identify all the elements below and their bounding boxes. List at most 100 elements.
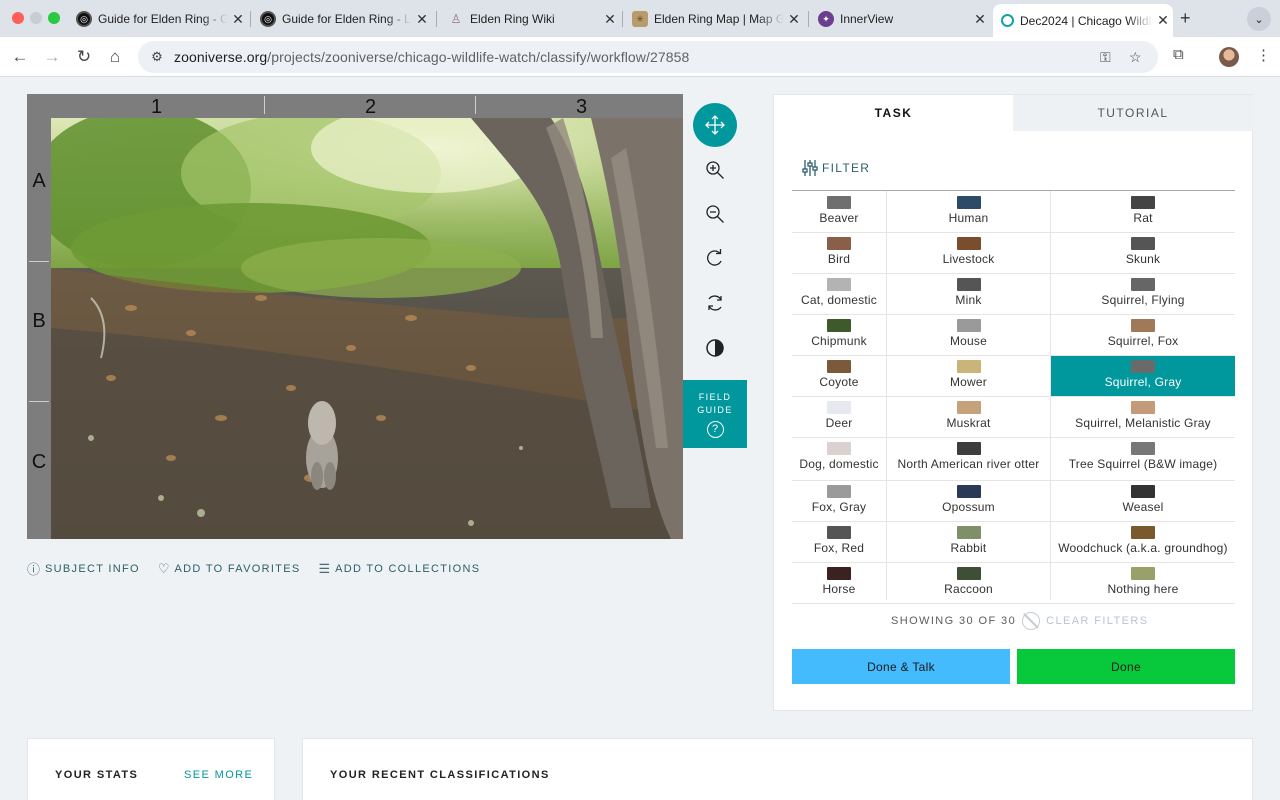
subject-viewer[interactable]: 1 2 3 A B C	[27, 94, 683, 539]
close-tab-icon[interactable]: ✕	[600, 11, 620, 28]
grid-column-label: 3	[575, 96, 588, 118]
species-choice[interactable]: Mouse	[887, 314, 1050, 355]
close-tab-icon[interactable]: ✕	[1153, 12, 1173, 29]
more-menu-icon[interactable]: ⋮	[1256, 46, 1271, 64]
tab-title: Dec2024 | Chicago Wildlife Watch	[1020, 13, 1153, 28]
species-choice[interactable]: Mower	[887, 355, 1050, 396]
species-choice[interactable]: Tree Squirrel (B&W image)	[1051, 437, 1235, 478]
filter-button[interactable]: FILTER	[802, 159, 870, 177]
species-choice[interactable]: Beaver	[792, 191, 886, 232]
species-choice[interactable]: Coyote	[792, 355, 886, 396]
move-tool-button[interactable]	[683, 103, 747, 147]
species-thumbnail	[1131, 567, 1155, 580]
invert-button[interactable]	[683, 326, 747, 370]
species-choice[interactable]: Bird	[792, 232, 886, 273]
browser-tab[interactable]: ✳ Elden Ring Map | Map Genie ✕	[624, 6, 804, 32]
field-guide-button[interactable]: FIELD GUIDE ?	[683, 380, 747, 448]
extensions-icon[interactable]: ⧉	[1173, 46, 1184, 63]
close-tab-icon[interactable]: ✕	[412, 11, 432, 28]
species-choice[interactable]: Deer	[792, 396, 886, 437]
zooniverse-icon	[1001, 14, 1014, 27]
rotate-button[interactable]	[683, 237, 747, 281]
add-to-collections-link[interactable]: ☰ ADD TO COLLECTIONS	[318, 559, 480, 578]
done-and-talk-button[interactable]: Done & Talk	[792, 649, 1010, 684]
forward-arrow-icon[interactable]: →	[40, 45, 64, 69]
filter-status: SHOWING 30 OF 30 CLEAR FILTERS	[891, 612, 1148, 630]
chevron-down-icon[interactable]: ⌄	[1247, 7, 1271, 31]
tab-task[interactable]: TASK	[774, 95, 1013, 131]
tab-tutorial[interactable]: TUTORIAL	[1013, 95, 1253, 131]
species-label: Bird	[827, 252, 851, 266]
trail-camera-photo	[51, 118, 683, 539]
species-thumbnail	[827, 485, 851, 498]
species-choice[interactable]: Horse	[792, 562, 886, 603]
grid-row-label: C	[31, 451, 47, 473]
browser-tab[interactable]: ✦ InnerView ✕	[810, 6, 990, 32]
done-button[interactable]: Done	[1017, 649, 1235, 684]
zoom-out-button[interactable]	[683, 192, 747, 236]
profile-avatar[interactable]	[1219, 47, 1239, 67]
clear-filters-button[interactable]: CLEAR FILTERS	[1046, 615, 1148, 627]
password-key-icon[interactable]: ⚿	[1100, 49, 1111, 66]
species-choice[interactable]: Skunk	[1051, 232, 1235, 273]
species-choice[interactable]: Muskrat	[887, 396, 1050, 437]
site-info-icon[interactable]: ⚙	[146, 49, 168, 65]
address-bar[interactable]: ⚙ zooniverse.org/projects/zooniverse/chi…	[138, 41, 1158, 73]
species-choice[interactable]: Mink	[887, 273, 1050, 314]
species-choice[interactable]: Fox, Red	[792, 521, 886, 562]
see-more-link[interactable]: SEE MORE	[184, 769, 253, 781]
species-choice[interactable]: Squirrel, Fox	[1051, 314, 1235, 355]
reload-icon[interactable]: ↻	[72, 45, 96, 69]
new-tab-icon[interactable]: +	[1180, 8, 1191, 29]
species-thumbnail	[827, 237, 851, 250]
close-tab-icon[interactable]: ✕	[228, 11, 248, 28]
url-text: zooniverse.org/projects/zooniverse/chica…	[174, 49, 690, 65]
species-choice[interactable]: Cat, domestic	[792, 273, 886, 314]
subject-info-link[interactable]: ⓘ SUBJECT INFO	[27, 559, 140, 578]
species-label: Coyote	[819, 375, 859, 389]
species-choice[interactable]: Weasel	[1051, 480, 1235, 521]
species-choice[interactable]: Woodchuck (a.k.a. groundhog)	[1051, 521, 1235, 562]
species-label: Livestock	[942, 252, 995, 266]
back-arrow-icon[interactable]: ←	[8, 45, 32, 69]
species-choice[interactable]: Nothing here	[1051, 562, 1235, 603]
browser-tab[interactable]: ♙ Elden Ring Wiki ✕	[440, 6, 620, 32]
species-choice[interactable]: Raccoon	[887, 562, 1050, 603]
species-choice[interactable]: Dog, domestic	[792, 437, 886, 478]
home-icon[interactable]: ⌂	[103, 45, 127, 69]
browser-tab[interactable]: ◎ Guide for Elden Ring - Game8 ✕	[68, 6, 248, 32]
species-choice[interactable]: Human	[887, 191, 1050, 232]
invert-icon	[706, 339, 724, 357]
species-label: Squirrel, Fox	[1107, 334, 1179, 348]
bookmark-star-icon[interactable]: ☆	[1129, 49, 1142, 66]
close-tab-icon[interactable]: ✕	[784, 11, 804, 28]
species-label: Beaver	[819, 211, 859, 225]
species-choice[interactable]: Squirrel, Gray	[1051, 355, 1235, 396]
species-choice[interactable]: Opossum	[887, 480, 1050, 521]
add-to-favorites-link[interactable]: ♡ ADD TO FAVORITES	[158, 559, 301, 578]
list-icon: ☰	[318, 560, 331, 576]
species-choice[interactable]: Squirrel, Flying	[1051, 273, 1235, 314]
recent-classifications-title: YOUR RECENT CLASSIFICATIONS	[330, 769, 550, 781]
minimize-window-button[interactable]	[30, 12, 42, 24]
species-choice[interactable]: Fox, Gray	[792, 480, 886, 521]
showing-count: SHOWING 30 OF 30	[891, 615, 1017, 627]
zoom-in-button[interactable]	[683, 148, 747, 192]
species-choice[interactable]: Chipmunk	[792, 314, 886, 355]
close-tab-icon[interactable]: ✕	[970, 11, 990, 28]
species-choice[interactable]: Rabbit	[887, 521, 1050, 562]
species-choice[interactable]: Rat	[1051, 191, 1235, 232]
species-label: Fox, Gray	[811, 500, 867, 514]
browser-tab-active[interactable]: Dec2024 | Chicago Wildlife Watch ✕	[993, 4, 1173, 37]
reset-button[interactable]	[683, 281, 747, 325]
species-choice[interactable]: Squirrel, Melanistic Gray	[1051, 396, 1235, 437]
maximize-window-button[interactable]	[48, 12, 60, 24]
species-label: Fox, Red	[813, 541, 865, 555]
species-thumbnail	[956, 237, 981, 250]
close-window-button[interactable]	[12, 12, 24, 24]
zoom-out-icon	[706, 205, 724, 223]
browser-tab[interactable]: ◎ Guide for Elden Ring - List ✕	[252, 6, 432, 32]
species-choice[interactable]: Livestock	[887, 232, 1050, 273]
innerview-icon: ✦	[818, 11, 834, 27]
species-choice[interactable]: North American river otter	[887, 437, 1050, 478]
